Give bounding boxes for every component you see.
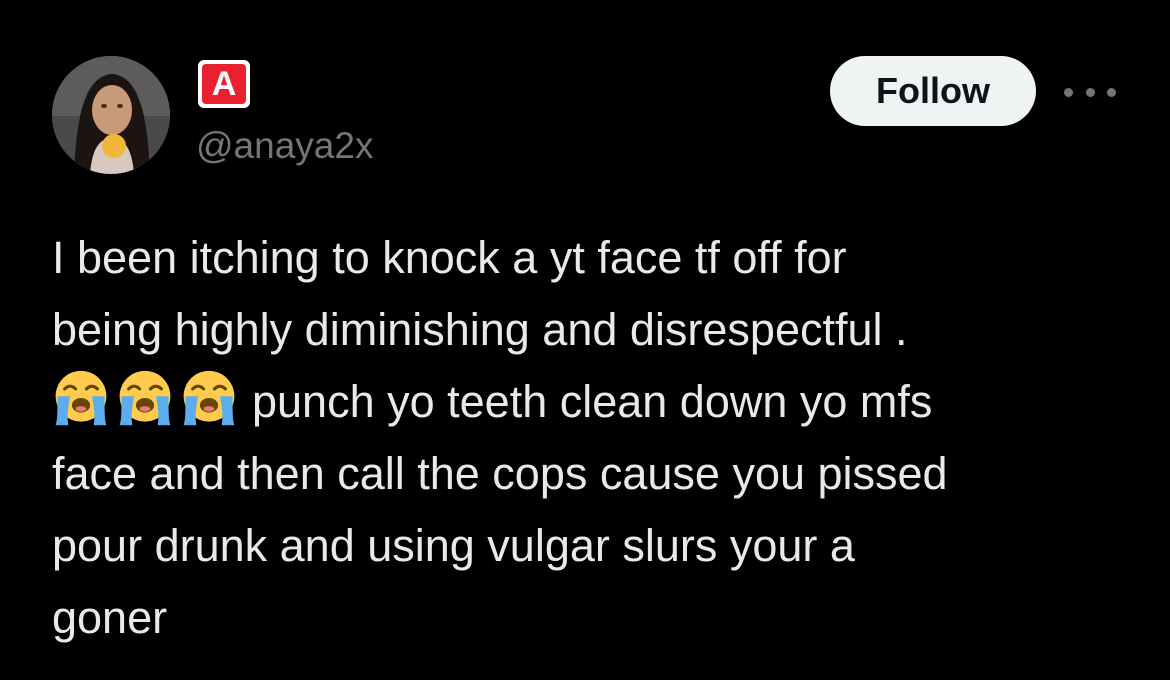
tweet-text-line: face and then call the cops cause you pi… bbox=[52, 448, 948, 499]
tweet-text-line: I been itching to knock a yt face tf off… bbox=[52, 232, 847, 283]
tweet-text-line: goner bbox=[52, 592, 168, 643]
ellipsis-dot bbox=[1107, 87, 1116, 97]
display-name: A bbox=[202, 64, 246, 104]
tweet-text: I been itching to knock a yt face tf off… bbox=[52, 222, 1132, 654]
username-handle[interactable]: @anaya2x bbox=[196, 124, 373, 168]
loudly-crying-face-icon bbox=[55, 370, 107, 426]
loudly-crying-face-icon bbox=[119, 370, 171, 426]
ellipsis-dot bbox=[1085, 87, 1095, 97]
loudly-crying-face-icon bbox=[183, 370, 235, 426]
ellipsis-dot bbox=[1064, 87, 1073, 97]
display-name-badge[interactable]: A bbox=[198, 60, 250, 108]
follow-button[interactable]: Follow bbox=[830, 56, 1036, 126]
tweet-text-line: being highly diminishing and disrespectf… bbox=[52, 304, 908, 355]
tweet: A @anaya2x Follow I been itching to knoc… bbox=[0, 0, 1170, 680]
avatar[interactable] bbox=[52, 56, 170, 174]
avatar-image bbox=[52, 56, 170, 174]
tweet-text-line: pour drunk and using vulgar slurs your a bbox=[52, 520, 855, 571]
tweet-text-line-with-emoji: punch yo teeth clean down yo mfs bbox=[52, 366, 1132, 438]
tweet-text-segment: punch yo teeth clean down yo mfs bbox=[252, 376, 933, 427]
more-options-button[interactable] bbox=[1064, 76, 1116, 108]
emoji-group bbox=[52, 369, 238, 427]
